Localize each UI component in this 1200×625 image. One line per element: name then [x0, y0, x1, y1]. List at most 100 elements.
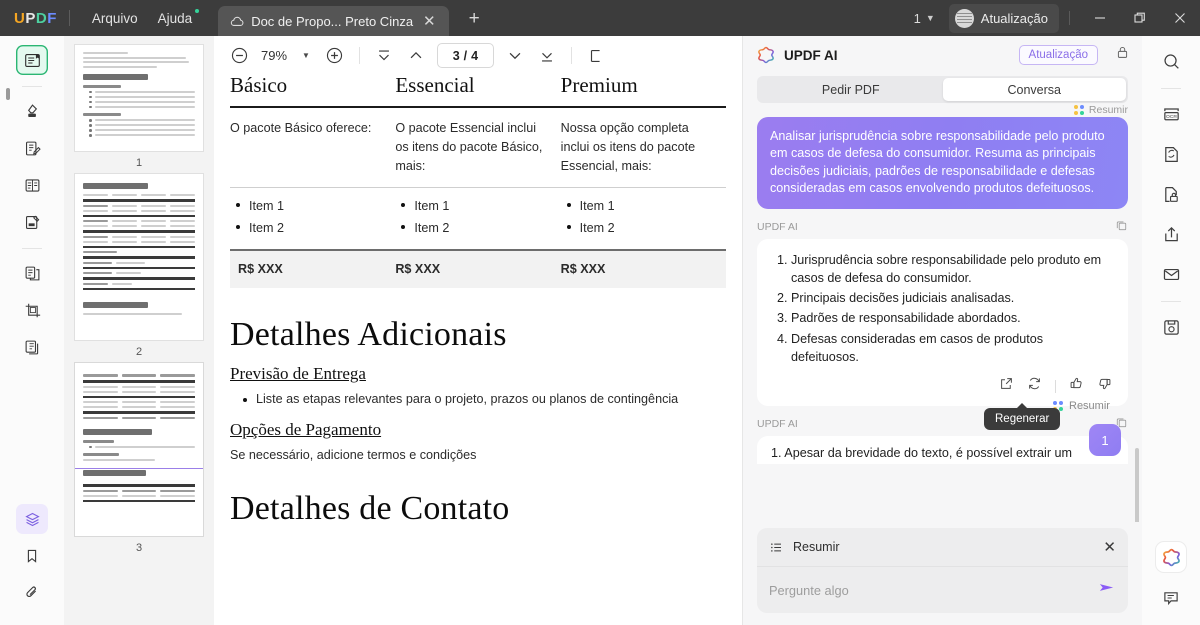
zoom-out-button[interactable]	[224, 41, 254, 71]
sidebar-item-compare-tool[interactable]	[16, 332, 48, 362]
layers-icon	[24, 512, 40, 526]
rail-separator-2	[22, 248, 42, 249]
section-title-detalhes-adicionais: Detalhes Adicionais	[230, 316, 507, 354]
comment-icon	[1164, 591, 1178, 605]
menu-arquivo[interactable]: Arquivo	[82, 7, 148, 30]
cloud-icon	[231, 16, 244, 26]
pdf-page-content: Básico Essencial Premium O pacote Básico…	[214, 75, 742, 529]
paragraph-opcoes-pagamento: Se necessário, adicione termos e condiçõ…	[230, 448, 477, 463]
zoom-level[interactable]: 79%	[256, 48, 292, 63]
tab-conversa[interactable]: Conversa	[942, 78, 1126, 101]
message-count-badge[interactable]: 1	[1089, 424, 1121, 456]
ai-response-actions	[771, 368, 1114, 398]
sidebar-item-ocr[interactable]: OCR	[1155, 99, 1187, 130]
list-item: Defesas consideradas em casos de produto…	[791, 330, 1114, 367]
thumbnail-page-2[interactable]: 2	[74, 173, 204, 358]
sidebar-item-highlight-tool[interactable]	[16, 96, 48, 126]
second-ai-response-bubble: 1. Apesar da brevidade do texto, é possí…	[757, 436, 1128, 465]
page-current: 3	[452, 48, 460, 63]
sidebar-item-bookmarks-panel[interactable]	[16, 541, 48, 571]
dots-icon	[1073, 105, 1084, 115]
ai-update-button[interactable]: Atualização	[1018, 45, 1098, 65]
sidebar-item-reader-mode[interactable]	[16, 45, 48, 75]
table-items-row: Item 1 Item 2 Item 1 Item 2 Item 1 Item …	[230, 187, 726, 252]
sidebar-item-form-tool[interactable]	[16, 170, 48, 200]
highlighter-icon	[27, 103, 37, 117]
sidebar-item-organize-pages[interactable]	[16, 258, 48, 288]
ai-lock-button[interactable]	[1115, 45, 1130, 65]
menu-ajuda[interactable]: Ajuda	[148, 7, 203, 30]
logo-letter-d: D	[35, 9, 48, 27]
sidebar-item-search[interactable]	[1155, 46, 1187, 77]
document-canvas[interactable]: Básico Essencial Premium O pacote Básico…	[214, 75, 742, 625]
minimize-button[interactable]	[1080, 0, 1120, 36]
sidebar-item-crop-tool[interactable]	[16, 295, 48, 325]
next-page-button[interactable]	[500, 41, 530, 71]
sidebar-item-comments[interactable]	[1155, 582, 1187, 613]
zoom-in-button[interactable]	[320, 41, 350, 71]
document-tab[interactable]: Doc de Propo... Preto Cinza ✕	[218, 6, 449, 36]
export-button[interactable]	[999, 376, 1014, 396]
table-items-essencial: Item 1 Item 2	[395, 187, 561, 252]
sidebar-item-convert[interactable]	[1155, 139, 1187, 170]
chat-input[interactable]	[769, 582, 1097, 598]
close-window-button[interactable]	[1160, 0, 1200, 36]
sidebar-item-annotate-tool[interactable]	[16, 207, 48, 237]
thumbnail-page-1[interactable]: 1	[74, 44, 204, 169]
sidebar-item-updf-ai[interactable]	[1156, 542, 1186, 572]
sidebar-item-edit-pdf-tool[interactable]	[16, 133, 48, 163]
price-premium: R$ XXX	[560, 250, 726, 289]
last-page-button[interactable]	[532, 41, 562, 71]
toolbar-divider-2	[570, 47, 572, 64]
panel-resize-handle[interactable]	[6, 88, 10, 100]
lock-icon	[1117, 46, 1128, 58]
subsection-previsao-entrega: Previsão de Entrega	[230, 364, 366, 384]
sidebar-item-layers-panel[interactable]	[16, 504, 48, 534]
actions-divider	[1055, 379, 1056, 393]
sidebar-item-attachments-panel[interactable]	[16, 578, 48, 608]
thumbnail-page-1-number: 1	[135, 157, 143, 169]
select-text-button[interactable]	[581, 41, 611, 71]
titlebar-divider	[68, 10, 70, 26]
zoom-dropdown-icon[interactable]: ▼	[294, 51, 318, 60]
sidebar-item-save[interactable]	[1155, 312, 1187, 343]
thumbs-up-button[interactable]	[1069, 376, 1084, 396]
thumbs-up-icon	[1070, 377, 1082, 389]
ocr-icon: OCR	[1163, 108, 1179, 121]
page-total: 4	[471, 48, 479, 63]
pdf-toolbar: 79% ▼ 3 / 4	[214, 36, 742, 75]
prev-page-button[interactable]	[401, 41, 431, 71]
copy-button[interactable]	[1115, 219, 1128, 235]
first-page-button[interactable]	[369, 41, 399, 71]
section-title-detalhes-contato: Detalhes de Contato	[230, 490, 510, 528]
thumbnail-panel[interactable]: 1 2 3	[64, 36, 214, 625]
sidebar-item-email[interactable]	[1155, 259, 1187, 290]
tab-pedir-pdf[interactable]: Pedir PDF	[759, 78, 943, 101]
window-count[interactable]: 1 ▼	[904, 11, 945, 26]
thumbs-down-button[interactable]	[1097, 376, 1112, 396]
composer-input-row	[757, 567, 1128, 613]
sidebar-item-share[interactable]	[1155, 219, 1187, 250]
maximize-button[interactable]	[1120, 0, 1160, 36]
document-tab-title: Doc de Propo... Preto Cinza	[251, 13, 414, 29]
thumbnail-page-3[interactable]: 3	[74, 362, 204, 554]
ai-message-label-row: UPDF AI	[757, 219, 1128, 235]
form-list-icon	[25, 178, 39, 192]
updf-ai-icon	[758, 46, 774, 64]
chat-scroll-area[interactable]: Resumir Analisar jurisprudência sobre re…	[743, 103, 1142, 522]
regenerate-button[interactable]	[1027, 376, 1042, 396]
composer-chip-close-icon[interactable]: ✕	[1103, 538, 1116, 556]
update-button[interactable]: Atualização	[948, 3, 1059, 33]
close-icon	[1175, 13, 1185, 23]
chat-scrollbar[interactable]	[1135, 448, 1139, 522]
rail-separator	[22, 86, 42, 87]
updf-logo: UPDF	[14, 10, 57, 27]
send-button[interactable]	[1097, 578, 1116, 602]
new-tab-button[interactable]: +	[461, 9, 488, 28]
page-number-input[interactable]: 3 / 4	[436, 43, 494, 68]
document-tab-close-icon[interactable]: ✕	[420, 12, 439, 31]
menu-arquivo-label: Arquivo	[91, 10, 138, 26]
sidebar-item-protect[interactable]	[1155, 179, 1187, 210]
right-rail-bottom	[1155, 542, 1187, 625]
table-header-essencial: Essencial	[395, 75, 561, 108]
